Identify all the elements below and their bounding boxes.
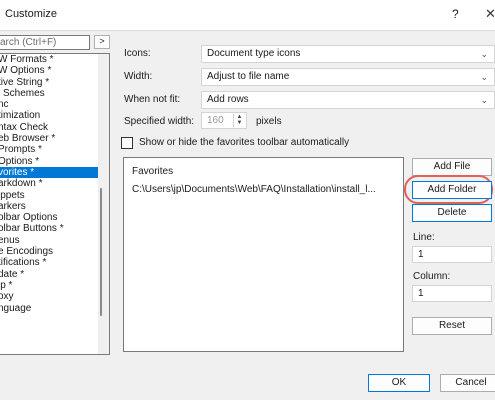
scrollbar-thumb[interactable] — [100, 188, 102, 316]
category-item[interactable]: tive String * — [0, 77, 109, 88]
pixels-label: pixels — [256, 116, 282, 127]
icons-select-value: Document type icons — [207, 48, 301, 59]
favorites-item[interactable]: C:\Users\jp\Documents\Web\FAQ\Installati… — [132, 184, 376, 195]
category-item[interactable]: arkdown * — [0, 178, 109, 189]
show-toolbar-label[interactable]: Show or hide the favorites toolbar autom… — [139, 137, 349, 148]
category-item[interactable]: eb Browser * — [0, 133, 109, 144]
line-input[interactable]: 1 — [412, 246, 492, 263]
category-item[interactable]: date * — [0, 269, 109, 280]
specified-width-spinner[interactable]: 160 ▲ ▼ — [201, 112, 247, 129]
category-item[interactable]: Prompts * — [0, 144, 109, 155]
category-item[interactable]: tifications * — [0, 257, 109, 268]
category-item[interactable]: enus — [0, 235, 109, 246]
chevron-down-icon: ⌄ — [480, 95, 488, 105]
category-item[interactable]: Options * — [0, 156, 109, 167]
category-item[interactable]: lp * — [0, 280, 109, 291]
specified-width-label: Specified width: — [124, 116, 195, 127]
column-label: Column: — [413, 271, 451, 282]
ok-button[interactable]: OK — [368, 374, 430, 392]
category-item[interactable]: W Options * — [0, 65, 109, 76]
add-file-button[interactable]: Add File — [412, 158, 492, 176]
column-input[interactable]: 1 — [412, 285, 492, 302]
category-item[interactable]: ippets — [0, 190, 109, 201]
category-item[interactable]: nc — [0, 99, 109, 110]
category-item[interactable]: ntax Check — [0, 122, 109, 133]
icons-select[interactable]: Document type icons ⌄ — [201, 45, 495, 63]
title-bar: Customize ? ✕ — [0, 0, 495, 30]
reset-button[interactable]: Reset — [412, 317, 492, 335]
category-item[interactable]: oxy — [0, 291, 109, 302]
line-label: Line: — [413, 232, 435, 243]
category-item[interactable]: olbar Options — [0, 212, 109, 223]
cancel-button[interactable]: Cancel — [440, 374, 495, 392]
category-item[interactable]: vorites * — [0, 166, 109, 179]
not-fit-select[interactable]: Add rows ⌄ — [201, 91, 495, 109]
category-scrollbar[interactable] — [98, 54, 109, 354]
delete-button[interactable]: Delete — [412, 204, 492, 222]
category-item[interactable]: nguage — [0, 303, 109, 314]
close-button[interactable]: ✕ — [485, 6, 495, 22]
specified-width-value: 160 — [207, 115, 224, 126]
width-select[interactable]: Adjust to file name ⌄ — [201, 68, 495, 86]
not-fit-label: When not fit: — [124, 94, 181, 105]
category-item[interactable]: l Schemes — [0, 88, 109, 99]
not-fit-select-value: Add rows — [207, 94, 249, 105]
category-item[interactable]: timization — [0, 110, 109, 121]
icons-label: Icons: — [124, 48, 151, 59]
favorites-header: Favorites — [132, 166, 174, 177]
category-item[interactable]: W Formats * — [0, 54, 109, 65]
show-toolbar-checkbox[interactable] — [121, 137, 133, 149]
help-button[interactable]: ? — [452, 7, 459, 21]
search-go-button[interactable]: > — [94, 35, 110, 49]
search-input[interactable]: arch (Ctrl+F) — [0, 35, 90, 50]
category-item[interactable]: olbar Buttons * — [0, 223, 109, 234]
favorites-list[interactable]: Favorites C:\Users\jp\Documents\Web\FAQ\… — [123, 157, 404, 352]
width-label: Width: — [124, 71, 153, 82]
category-item[interactable]: arkers — [0, 201, 109, 212]
category-list[interactable]: W Formats * W Options * tive String * l Sch… — [0, 53, 110, 355]
chevron-down-icon: ⌄ — [480, 72, 488, 82]
window-title: Customize — [5, 8, 57, 20]
chevron-down-icon: ⌄ — [480, 49, 488, 59]
spinner-arrows-icon[interactable]: ▲ ▼ — [233, 114, 245, 127]
dialog-footer: OK Cancel — [0, 370, 495, 400]
add-folder-button[interactable]: Add Folder — [412, 181, 492, 199]
width-select-value: Adjust to file name — [207, 71, 290, 82]
category-item[interactable]: e Encodings — [0, 246, 109, 257]
